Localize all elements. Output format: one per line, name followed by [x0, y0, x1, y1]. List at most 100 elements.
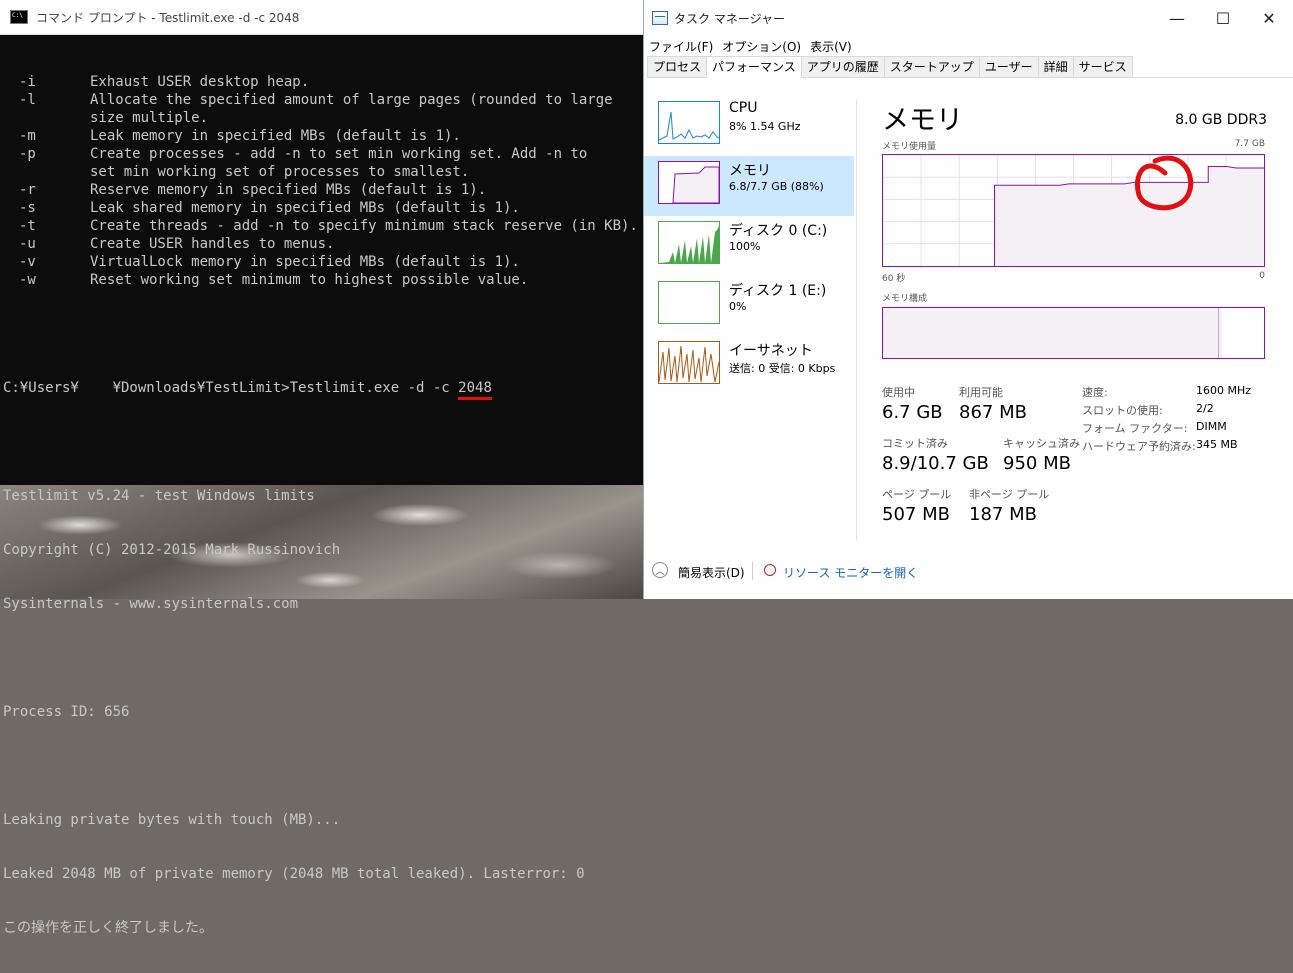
available-label: 利用可能 [959, 386, 1003, 399]
process-id-line: Process ID: 656 [3, 704, 130, 720]
cmd-titlebar[interactable]: コマンド プロンプト - Testlimit.exe -d -c 2048 [0, 0, 645, 35]
switch-flag: -w [19, 272, 36, 288]
tab-startup[interactable]: スタートアップ [883, 56, 980, 77]
tab-services[interactable]: サービス [1072, 56, 1133, 77]
highlighted-arg: 2048 [458, 379, 492, 400]
switch-line: -t Create threads - add -n to specify min… [3, 217, 645, 235]
cmd-prompt-line: C:¥Users¥ ¥Downloads¥TestLimit>Testlimit… [3, 379, 645, 400]
resource-disk-1[interactable]: ディスク 1 (E:) 0% [644, 276, 854, 336]
cmd-title: コマンド プロンプト - Testlimit.exe -d -c 2048 [36, 10, 300, 25]
resource-value: 100% [729, 240, 761, 253]
memory-thumbnail-graph [658, 161, 720, 204]
usage-graph-max: 7.7 GB [1234, 139, 1265, 149]
minimize-button[interactable]: — [1154, 0, 1200, 36]
paged-pool-label: ページ プール [882, 488, 952, 501]
switch-description: Create threads - add -n to specify minim… [90, 218, 638, 234]
cmd-console[interactable]: -i Exhaust USER desktop heap. -l Allocate t… [0, 35, 645, 973]
switch-description: Reset working set minimum to highest pos… [90, 272, 529, 288]
memory-composition-bar [882, 307, 1265, 359]
switch-line: -w Reset working set minimum to highest p… [3, 271, 645, 289]
task-manager-window[interactable]: タスク マネージャー — ☐ ✕ ファイル(F) オプション(O) 表示(V) … [643, 0, 1293, 599]
menu-options[interactable]: オプション(O) [722, 38, 801, 55]
switch-description-continued: set min working set of processes to smal… [90, 164, 470, 180]
cached-value: 950 MB [1003, 453, 1071, 474]
memory-usage-graph [882, 154, 1265, 267]
memory-spec: 8.0 GB DDR3 [1175, 112, 1267, 128]
committed-value: 8.9/10.7 GB [882, 453, 989, 474]
available-value: 867 MB [959, 402, 1027, 423]
x-axis-right-label: 0 [1259, 271, 1265, 281]
tm-titlebar[interactable]: タスク マネージャー — ☐ ✕ [644, 0, 1293, 36]
task-manager-icon [652, 11, 668, 25]
resource-memory[interactable]: メモリ 6.8/7.7 GB (88%) [644, 156, 854, 216]
resource-name: ディスク 1 (E:) [729, 283, 827, 299]
speed-value: 1600 MHz [1196, 384, 1252, 397]
tm-title: タスク マネージャー [674, 11, 785, 26]
switch-line: -i Exhaust USER desktop heap. [3, 73, 645, 91]
switch-flag: -l [19, 92, 36, 108]
switch-line: -m Leak memory in specified MBs (default … [3, 127, 645, 145]
tab-performance[interactable]: パフォーマンス [706, 56, 802, 78]
switch-flag: -r [19, 182, 36, 198]
switch-description: Leak shared memory in specified MBs (def… [90, 200, 520, 216]
copyright-line: Copyright (C) 2012-2015 Mark Russinovich [3, 542, 341, 558]
chevron-up-icon[interactable]: ︿ [652, 562, 668, 578]
panel-divider [856, 100, 857, 540]
switch-line: -p Create processes - add -n to set min w… [3, 145, 645, 163]
resource-disk-0[interactable]: ディスク 0 (C:) 100% [644, 216, 854, 276]
switch-description: Create processes - add -n to set min wor… [90, 146, 588, 162]
switch-description: Allocate the specified amount of large p… [90, 92, 613, 108]
tab-details[interactable]: 詳細 [1037, 56, 1074, 77]
switch-description: Reserve memory in specified MBs (default… [90, 182, 487, 198]
switch-line: -r Reserve memory in specified MBs (defau… [3, 181, 645, 199]
hw-reserved-label: ハードウェア予約済み: [1082, 440, 1196, 453]
banner-line: Testlimit v5.24 - test Windows limits [3, 488, 315, 504]
speed-label: 速度: [1082, 386, 1108, 399]
sysinternals-line: Sysinternals - www.sysinternals.com [3, 596, 299, 612]
switch-description: Leak memory in specified MBs (default is… [90, 128, 461, 144]
cmd-window-icon [10, 10, 28, 24]
nonpaged-pool-value: 187 MB [969, 504, 1037, 525]
menu-view[interactable]: 表示(V) [810, 38, 852, 55]
committed-label: コミット済み [882, 437, 948, 450]
resource-value: 8% 1.54 GHz [729, 120, 801, 133]
composition-label: メモリ構成 [882, 294, 928, 304]
footer-separator [752, 562, 753, 580]
switch-line: -s Leak shared memory in specified MBs (d… [3, 199, 645, 217]
tab-bar: プロセス パフォーマンス アプリの履歴 スタートアップ ユーザー 詳細 サービス [647, 56, 1293, 78]
disk0-thumbnail-graph [658, 221, 720, 264]
menu-file[interactable]: ファイル(F) [649, 38, 713, 55]
switch-flag: -m [19, 128, 36, 144]
cpu-thumbnail-graph [658, 101, 720, 144]
tab-app-history[interactable]: アプリの履歴 [800, 56, 885, 77]
fewer-details-link[interactable]: 簡易表示(D) [678, 564, 745, 581]
resource-cpu[interactable]: CPU 8% 1.54 GHz [644, 96, 854, 156]
x-axis-left-label: 60 秒 [882, 274, 906, 284]
command-prompt-window[interactable]: コマンド プロンプト - Testlimit.exe -d -c 2048 -i… [0, 0, 645, 936]
open-resource-monitor-link[interactable]: リソース モニターを開く [783, 564, 918, 581]
switch-flag: -u [19, 236, 36, 252]
switch-flag: -p [19, 146, 36, 162]
maximize-button[interactable]: ☐ [1200, 0, 1246, 36]
resource-ethernet[interactable]: イーサネット 送信: 0 受信: 0 Kbps [644, 336, 854, 396]
status-footer: ︿ 簡易表示(D) リソース モニターを開く [644, 558, 1293, 586]
switch-description-continued: size multiple. [90, 110, 209, 126]
tab-users[interactable]: ユーザー [978, 56, 1039, 77]
resource-value: 6.8/7.7 GB (88%) [729, 180, 824, 193]
slots-value: 2/2 [1196, 402, 1214, 415]
form-factor-value: DIMM [1196, 420, 1227, 433]
slots-label: スロットの使用: [1082, 404, 1163, 417]
close-button[interactable]: ✕ [1246, 0, 1292, 36]
resource-name: CPU [729, 100, 758, 116]
switch-line: -u Create USER handles to menus. [3, 235, 645, 253]
tab-processes[interactable]: プロセス [647, 56, 708, 77]
switch-flag: -s [19, 200, 36, 216]
form-factor-label: フォーム ファクター: [1082, 422, 1188, 435]
success-line: この操作を正しく終了しました。 [3, 920, 213, 936]
hw-reserved-value: 345 MB [1196, 438, 1238, 451]
switch-description: Exhaust USER desktop heap. [90, 74, 310, 90]
switch-flag: -t [19, 218, 36, 234]
in-use-label: 使用中 [882, 386, 915, 399]
resource-monitor-icon[interactable] [764, 564, 776, 576]
nonpaged-pool-label: 非ページ プール [969, 488, 1050, 501]
